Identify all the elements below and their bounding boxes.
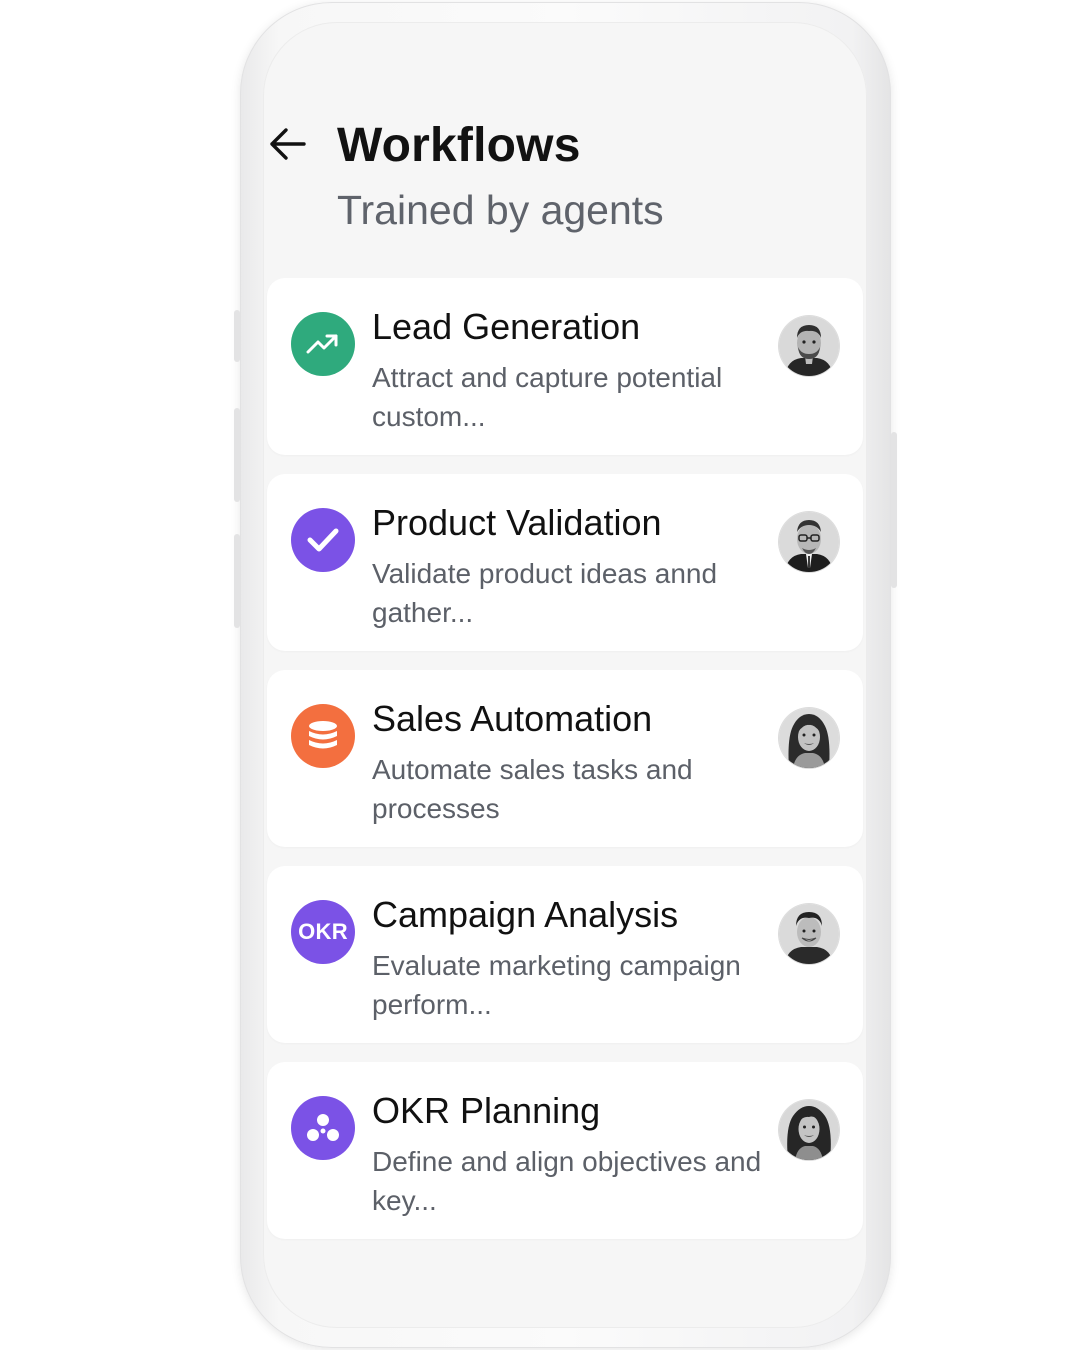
workflow-title: OKR Planning xyxy=(372,1090,601,1131)
page-header: Workflows Trained by agents xyxy=(263,22,867,262)
checkmark-icon xyxy=(291,508,355,572)
workflow-title: Product Validation xyxy=(372,502,662,543)
workflow-title: Campaign Analysis xyxy=(372,894,679,935)
workflow-description: Attract and capture potential custom... xyxy=(372,362,723,432)
okr-badge-label: OKR xyxy=(298,919,348,944)
volume-down-button xyxy=(234,534,240,628)
mute-switch xyxy=(234,310,240,362)
workflow-description: Define and align objectives and key... xyxy=(372,1146,762,1216)
trending-up-icon xyxy=(291,312,355,376)
cluster-icon xyxy=(291,1096,355,1160)
power-button xyxy=(891,432,897,588)
arrow-left-icon xyxy=(270,128,306,160)
database-icon xyxy=(291,704,355,768)
workflow-card-okr-planning[interactable]: OKR Planning Define and align objectives… xyxy=(267,1062,863,1239)
workflow-title: Sales Automation xyxy=(372,698,653,739)
workflow-card-sales-automation[interactable]: Sales Automation Automate sales tasks an… xyxy=(267,670,863,847)
okr-badge-icon: OKR xyxy=(291,900,355,964)
workflow-title: Lead Generation xyxy=(372,306,641,347)
man-glasses-avatar xyxy=(779,512,839,572)
volume-up-button xyxy=(234,408,240,502)
workflow-description: Evaluate marketing campaign perform... xyxy=(372,950,741,1020)
workflow-description: Validate product ideas annd gather... xyxy=(372,558,718,628)
woman-long-hair-avatar xyxy=(779,1100,839,1160)
man-smiling-avatar xyxy=(779,904,839,964)
workflow-card-lead-generation[interactable]: Lead Generation Attract and capture pote… xyxy=(267,278,863,455)
back-button[interactable] xyxy=(265,122,309,166)
woman-avatar xyxy=(779,708,839,768)
man-beard-avatar xyxy=(779,316,839,376)
page-subtitle: Trained by agents xyxy=(337,187,664,233)
page-title: Workflows xyxy=(337,119,581,172)
app-screen: Workflows Trained by agents Lead Generat… xyxy=(263,22,867,1328)
workflow-card-campaign-analysis[interactable]: OKR Campaign Analysis Evaluate marketing… xyxy=(267,866,863,1043)
workflow-description: Automate sales tasks and processes xyxy=(372,754,693,824)
workflow-card-product-validation[interactable]: Product Validation Validate product idea… xyxy=(267,474,863,651)
